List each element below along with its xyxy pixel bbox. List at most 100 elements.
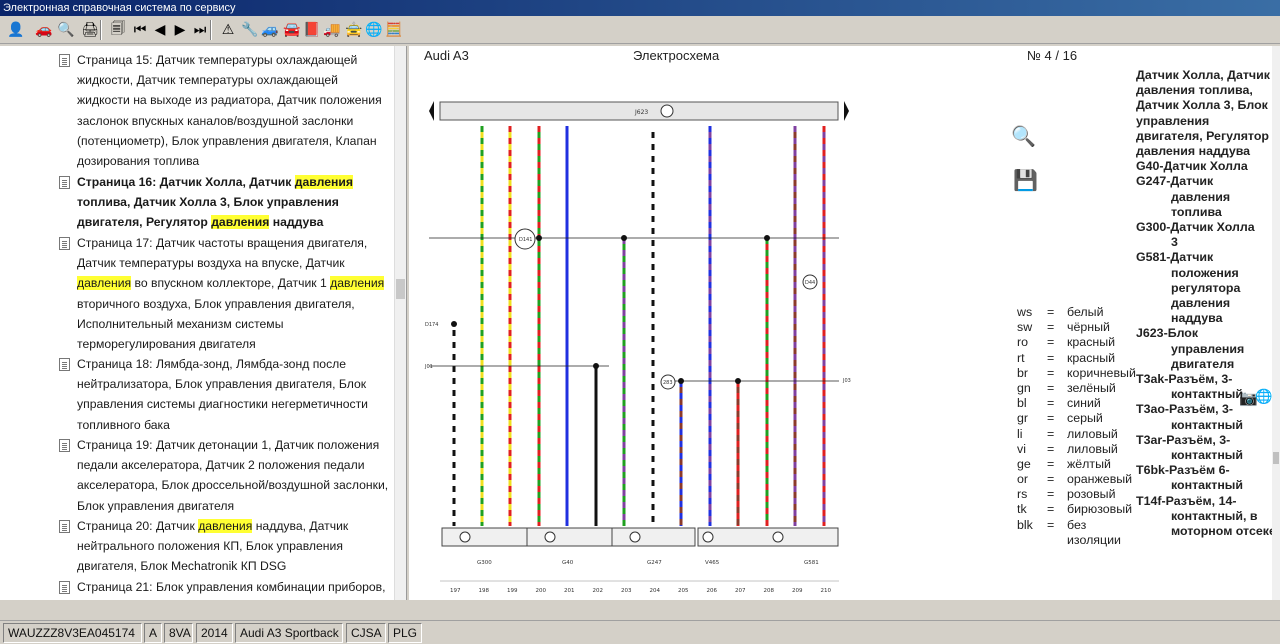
column-number: 205 <box>678 588 689 594</box>
component-code: T6bk-Разъём 6- <box>1136 463 1230 478</box>
document-tree: Страница 15: Датчик температуры охлаждаю… <box>0 46 407 600</box>
legend-code: rt <box>1017 350 1025 365</box>
search-highlight: давления <box>294 175 353 189</box>
tree-entry[interactable]: Страница 20: Датчик давления наддува, Да… <box>59 516 389 577</box>
user-icon[interactable]: 👤 <box>5 19 27 41</box>
status-vin: WAUZZZ8V3EA045174 <box>3 623 142 643</box>
legend-code: ws <box>1017 305 1033 319</box>
legend-code: bl <box>1017 396 1027 411</box>
legend-value: без изоляции <box>1067 517 1121 547</box>
status-model: Audi A3 Sportback <box>235 623 343 643</box>
document-icon <box>59 54 70 67</box>
next-page-icon[interactable]: ▶ <box>169 19 191 41</box>
component-code: G581-Датчик <box>1136 250 1214 265</box>
tree-entry-label: Страница 20: Датчик давления наддува, Да… <box>77 519 349 574</box>
component-label: V465 <box>705 560 720 566</box>
node-label: D141 <box>519 237 532 243</box>
sensor-symbol <box>629 531 641 543</box>
car-service-icon[interactable]: 🚖 <box>343 19 365 41</box>
status-gearbox: PLG <box>388 623 422 643</box>
component-description: положения регулятора давления наддува <box>1171 265 1241 326</box>
print-icon[interactable]: 🖨 <box>79 19 101 41</box>
legend-value: жёлтый <box>1067 456 1111 471</box>
car-icon[interactable]: 🚗 <box>33 19 55 41</box>
document-icon <box>59 176 70 189</box>
legend-code: blk <box>1017 517 1033 532</box>
tree-scrollbar[interactable] <box>394 46 406 600</box>
zoom-icon[interactable]: 🔍 <box>1011 124 1036 148</box>
column-number: 204 <box>650 588 661 594</box>
legend-value: синий <box>1067 396 1101 411</box>
sensor-symbol <box>459 531 471 543</box>
component-description: контактный <box>1171 478 1244 493</box>
document-icon <box>59 439 70 452</box>
junction-dot <box>536 235 542 241</box>
legend-code: br <box>1017 365 1029 380</box>
component-entry: T6bk-Разъём 6- контактный <box>1136 463 1272 493</box>
node-label: 283 <box>663 380 673 386</box>
tree-entry-label: Страница 15: Датчик температуры охлаждаю… <box>77 53 382 169</box>
tree-entry-label: Страница 21: Блок управления комбинации … <box>77 580 386 594</box>
diagram-viewer: Audi A3 Электросхема № 4 / 16 J623 D141 D4… <box>409 46 1272 600</box>
document-icon <box>59 520 70 533</box>
junction-dot <box>593 363 599 369</box>
tree-scrollbar-thumb[interactable] <box>396 279 405 299</box>
legend-value: красный <box>1067 335 1116 350</box>
tree-entry[interactable]: Страница 15: Датчик температуры охлаждаю… <box>59 50 389 171</box>
tree-entry-label: Страница 19: Датчик детонации 1, Датчик … <box>77 438 389 513</box>
tree-entry[interactable]: Страница 16: Датчик Холла, Датчик давлен… <box>59 172 389 233</box>
component-label: G247 <box>647 560 662 566</box>
last-page-icon[interactable]: ⏭ <box>189 19 211 41</box>
search-icon[interactable]: 🔍 <box>55 19 77 41</box>
car-diagnostic-icon[interactable]: 🚘 <box>281 19 303 41</box>
document-icon <box>59 581 70 594</box>
pages-icon[interactable]: 🗐 <box>107 19 129 41</box>
legend-value: чёрный <box>1067 320 1110 335</box>
tree-entry[interactable]: Страница 19: Датчик детонации 1, Датчик … <box>59 435 389 516</box>
legend-value: серый <box>1067 411 1103 426</box>
component-box <box>441 527 531 547</box>
legend-code: ro <box>1017 335 1029 350</box>
document-icon <box>59 237 70 250</box>
diagram-scrollbar-thumb[interactable] <box>1273 452 1279 464</box>
globe-icon[interactable]: 🌐 <box>363 19 385 41</box>
status-field2: 8VA <box>164 623 193 643</box>
first-page-icon[interactable]: ⏮ <box>129 19 151 41</box>
component-code: Датчик Холла, Датчик давления топлива, Д… <box>1136 68 1270 159</box>
search-highlight: давления <box>211 215 270 230</box>
component-code: G300-Датчик Холла <box>1136 220 1255 235</box>
save-icon[interactable]: 💾 <box>1013 168 1038 192</box>
column-number: 202 <box>593 588 604 594</box>
tree-entry[interactable]: Страница 17: Датчик частоты вращения дви… <box>59 233 389 354</box>
node-label: J01 <box>424 364 433 370</box>
component-description: контактный <box>1171 417 1244 432</box>
legend-equals: = <box>1047 396 1055 411</box>
book-icon[interactable]: 📕 <box>301 19 323 41</box>
car-green-icon[interactable]: 🚙 <box>259 19 281 41</box>
legend-equals: = <box>1047 426 1055 441</box>
calculator-icon[interactable]: 🧮 <box>383 19 405 41</box>
tree-entry[interactable]: Страница 21: Блок управления комбинации … <box>59 577 389 597</box>
diagram-scrollbar[interactable] <box>1272 46 1280 600</box>
legend-code: rs <box>1017 487 1028 502</box>
legend-code: gr <box>1017 411 1029 426</box>
legend-value: лиловый <box>1067 441 1118 456</box>
truck-icon[interactable]: 🚚 <box>321 19 343 41</box>
component-description: управления двигателя <box>1171 341 1245 371</box>
search-highlight: давления <box>198 519 253 533</box>
legend-value: красный <box>1067 350 1116 365</box>
column-number: 210 <box>821 588 832 594</box>
legend-equals: = <box>1047 350 1055 365</box>
component-entry: G247-Датчик давления топлива <box>1136 174 1272 220</box>
component-code: T3ao-Разъём, 3- <box>1136 402 1234 417</box>
column-number: 207 <box>735 588 746 594</box>
warning-icon[interactable]: ⚠ <box>217 19 239 41</box>
toolbar-separator <box>210 20 212 40</box>
status-engine: CJSA <box>346 623 386 643</box>
tree-entry[interactable]: Страница 18: Лямбда-зонд, Лямбда-зонд по… <box>59 354 389 435</box>
column-number: 208 <box>764 588 775 594</box>
prev-page-icon[interactable]: ◀ <box>149 19 171 41</box>
legend-value: бирюзовый <box>1067 502 1133 517</box>
wrench-icon[interactable]: 🔧 <box>239 19 261 41</box>
legend-code: gn <box>1017 380 1031 395</box>
